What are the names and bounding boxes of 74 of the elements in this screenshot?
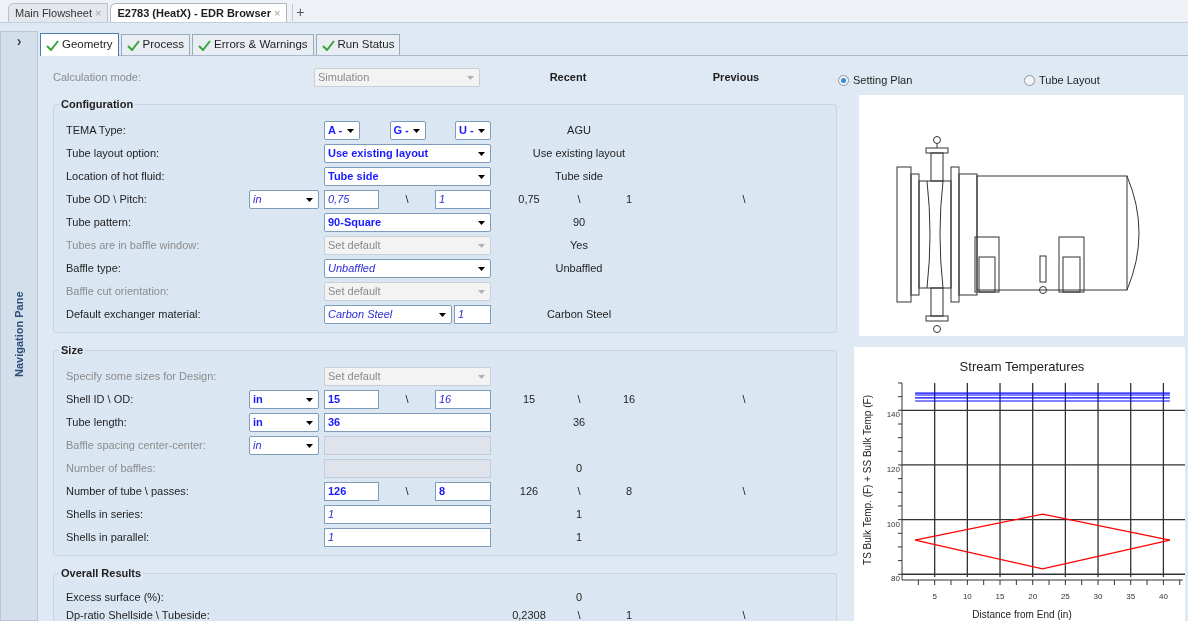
radio-label: Setting Plan <box>853 73 913 89</box>
field-label: Tube length: <box>66 415 128 431</box>
radio-label: Tube Layout <box>1039 73 1100 89</box>
recent-value: 1 <box>575 507 583 523</box>
section-title: Overall Results <box>59 566 144 580</box>
recent-value: 16 <box>621 392 637 408</box>
field-label: Calculation mode: <box>53 70 143 86</box>
recent-value: Unbaffled <box>555 261 603 277</box>
tick-label: 15 <box>995 592 1005 601</box>
recent-value: 1 <box>624 607 634 621</box>
axis-title: Distance from End (in) <box>972 609 1072 620</box>
recent-value: \ <box>576 484 582 500</box>
field-label: Location of hot fluid: <box>66 169 166 185</box>
field-label: Number of baffles: <box>66 461 157 477</box>
separator-text: \ <box>405 192 409 208</box>
tick-label: 80 <box>891 574 900 584</box>
recent-value: 15 <box>521 392 537 408</box>
navigation-pane-title: Navigation Pane <box>11 291 26 377</box>
recent-value: 1 <box>624 192 634 208</box>
field-label: Default exchanger material: <box>66 307 202 323</box>
tick-label: 5 <box>932 592 937 601</box>
recent-value: Tube side <box>555 169 603 185</box>
tick-label: 35 <box>1126 592 1136 601</box>
field-label: Number of tube \ passes: <box>66 484 190 500</box>
previous-value: \ <box>742 392 746 408</box>
recent-value: \ <box>576 392 582 408</box>
field-label: Baffle cut orientation: <box>66 284 171 300</box>
recent-value: \ <box>576 192 582 208</box>
recent-value: 126 <box>518 484 540 500</box>
column-header: Recent <box>548 70 588 86</box>
recent-value: 0,2308 <box>511 607 547 621</box>
section-title: Configuration <box>59 97 136 111</box>
field-label: Baffle spacing center-center: <box>66 438 207 454</box>
tick-label: 30 <box>1093 592 1103 601</box>
field-label: Tube OD \ Pitch: <box>66 192 148 208</box>
axis-title: TS Bulk Temp. (F) + SS Bulk Temp (F) <box>862 395 873 565</box>
field-label: Shell ID \ OD: <box>66 392 135 408</box>
field-label: Shells in parallel: <box>66 530 151 546</box>
section-title: Size <box>59 343 85 357</box>
field-label: Specify some sizes for Design: <box>66 369 218 385</box>
tick-label: 25 <box>1060 592 1070 601</box>
field-label: Shells in series: <box>66 507 145 523</box>
recent-value: 1 <box>575 530 583 546</box>
separator-text: \ <box>405 484 409 500</box>
tick-label: 20 <box>1028 592 1038 601</box>
tick-label: 140 <box>886 410 900 420</box>
recent-value: 36 <box>572 415 586 431</box>
field-label: Tubes are in baffle window: <box>66 238 201 254</box>
separator-text: \ <box>405 392 409 408</box>
recent-value: 0 <box>575 461 583 477</box>
previous-value: \ <box>742 484 746 500</box>
field-label: Tube pattern: <box>66 215 133 231</box>
tick-label: 120 <box>886 464 900 474</box>
recent-value: Carbon Steel <box>546 307 612 323</box>
previous-value: \ <box>742 607 746 621</box>
recent-value: Yes <box>570 238 588 254</box>
field-label: TEMA Type: <box>66 123 127 139</box>
column-header: Previous <box>711 70 761 86</box>
recent-value: 0 <box>575 589 583 605</box>
chart-title: Stream Temperatures <box>959 359 1085 374</box>
recent-value: AGU <box>567 123 591 139</box>
tick-label: 100 <box>886 519 900 529</box>
field-label: Baffle type: <box>66 261 122 277</box>
field-label: Tube layout option: <box>66 146 161 162</box>
recent-value: 90 <box>572 215 586 231</box>
field-label: Dp-ratio Shellside \ Tubeside: <box>66 607 211 621</box>
recent-value: 8 <box>624 484 634 500</box>
recent-value: Use existing layout <box>532 146 626 162</box>
tick-label: 10 <box>962 592 972 601</box>
previous-value: \ <box>742 192 746 208</box>
recent-value: 0,75 <box>517 192 541 208</box>
field-label: Excess surface (%): <box>66 589 165 605</box>
recent-value: \ <box>576 607 582 621</box>
tick-label: 40 <box>1158 592 1168 601</box>
